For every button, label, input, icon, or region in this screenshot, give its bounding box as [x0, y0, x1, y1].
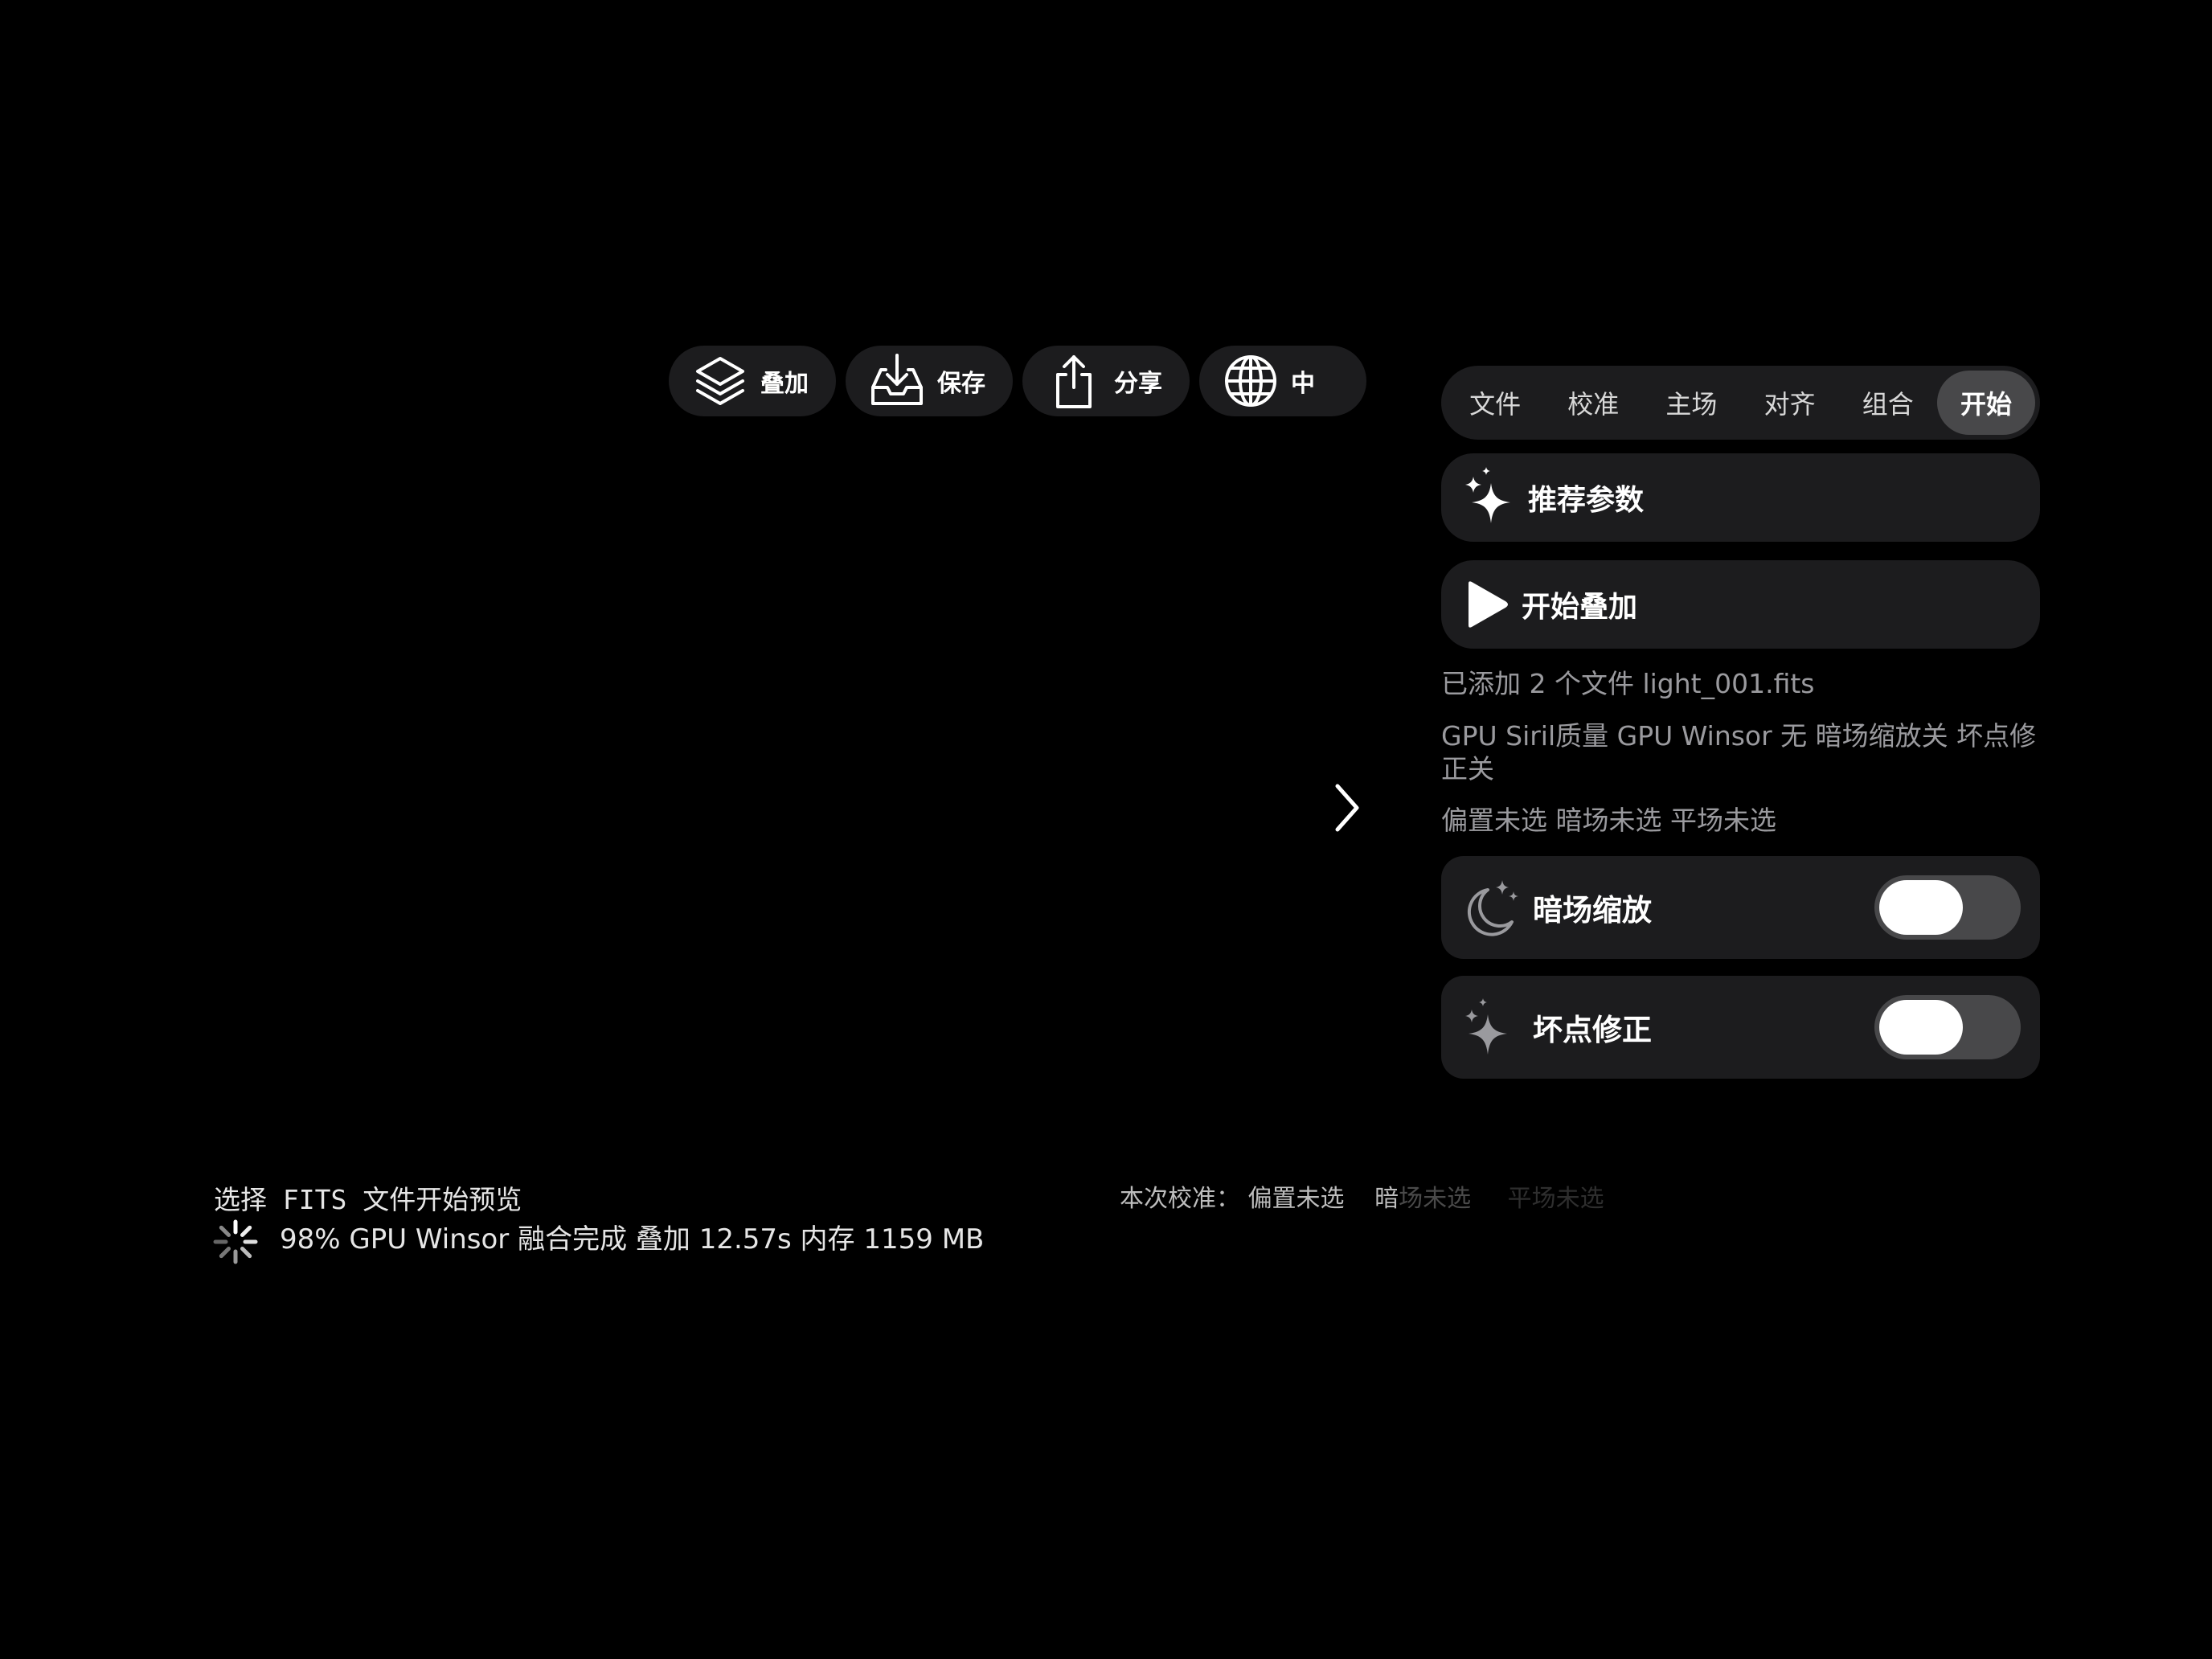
- toggle-knob: [1879, 880, 1963, 935]
- moon-stars-icon: [1460, 875, 1522, 940]
- share-button-label: 分享: [1114, 370, 1162, 398]
- tab-combine[interactable]: 组合: [1839, 371, 1937, 435]
- stack-button-label: 叠加: [760, 370, 809, 398]
- calibration-dark-a: 暗: [1374, 1185, 1399, 1213]
- method-info: GPU Siril质量 GPU Winsor 无 暗场缩放关 坏点修正关: [1441, 720, 2037, 784]
- dark-scaling-toggle[interactable]: [1874, 875, 2021, 940]
- calibration-dark-b: 场未选: [1399, 1185, 1472, 1213]
- tab-files[interactable]: 文件: [1446, 371, 1544, 435]
- progress-text: 98% GPU Winsor 融合完成 叠加 12.57s 内存 1159 MB: [280, 1223, 985, 1256]
- tray-download-icon: [868, 352, 926, 410]
- start-stacking-label: 开始叠加: [1522, 591, 1638, 624]
- layers-icon: [691, 352, 749, 410]
- language-button[interactable]: 中: [1199, 346, 1366, 416]
- tab-master[interactable]: 主场: [1642, 371, 1740, 435]
- stack-button[interactable]: 叠加: [669, 346, 836, 416]
- step-tabs: 文件 校准 主场 对齐 组合 开始: [1441, 366, 2040, 440]
- dark-scaling-row: 暗场缩放: [1441, 856, 2040, 959]
- play-icon: [1465, 580, 1510, 629]
- sparkle-icon: [1460, 995, 1522, 1059]
- recommend-params-button[interactable]: 推荐参数: [1441, 453, 2040, 542]
- tab-align[interactable]: 对齐: [1741, 371, 1839, 435]
- calibration-flat: 平场未选: [1507, 1185, 1604, 1213]
- recommend-params-label: 推荐参数: [1528, 484, 1645, 517]
- save-button-label: 保存: [937, 370, 985, 398]
- files-info: 已添加 2 个文件 light_001.fits: [1441, 668, 1815, 699]
- hot-pixel-row: 坏点修正: [1441, 976, 2040, 1079]
- dark-scaling-label: 暗场缩放: [1533, 893, 1652, 928]
- tab-calibration[interactable]: 校准: [1544, 371, 1642, 435]
- toggle-knob: [1879, 1000, 1963, 1055]
- hot-pixel-label: 坏点修正: [1533, 1013, 1652, 1047]
- calibration-info: 偏置未选 暗场未选 平场未选: [1441, 805, 1776, 836]
- sparkles-icon: [1462, 465, 1517, 530]
- start-stacking-button[interactable]: 开始叠加: [1441, 560, 2040, 649]
- hot-pixel-toggle[interactable]: [1874, 995, 2021, 1059]
- calibration-bias: 偏置未选: [1247, 1185, 1345, 1213]
- spinner-icon: [212, 1219, 259, 1265]
- globe-icon: [1222, 352, 1280, 410]
- chevron-right-icon[interactable]: [1326, 780, 1366, 836]
- tab-start[interactable]: 开始: [1936, 371, 2036, 435]
- calibration-status: 本次校准： 偏置未选 暗场未选 平场未选: [1120, 1178, 1604, 1214]
- save-button[interactable]: 保存: [846, 346, 1013, 416]
- share-button[interactable]: 分享: [1022, 346, 1190, 416]
- calibration-prefix: 本次校准：: [1120, 1185, 1240, 1213]
- share-icon: [1045, 352, 1103, 410]
- preview-hint: 选择 FITS 文件开始预览: [214, 1184, 522, 1215]
- language-button-label: 中: [1291, 370, 1315, 398]
